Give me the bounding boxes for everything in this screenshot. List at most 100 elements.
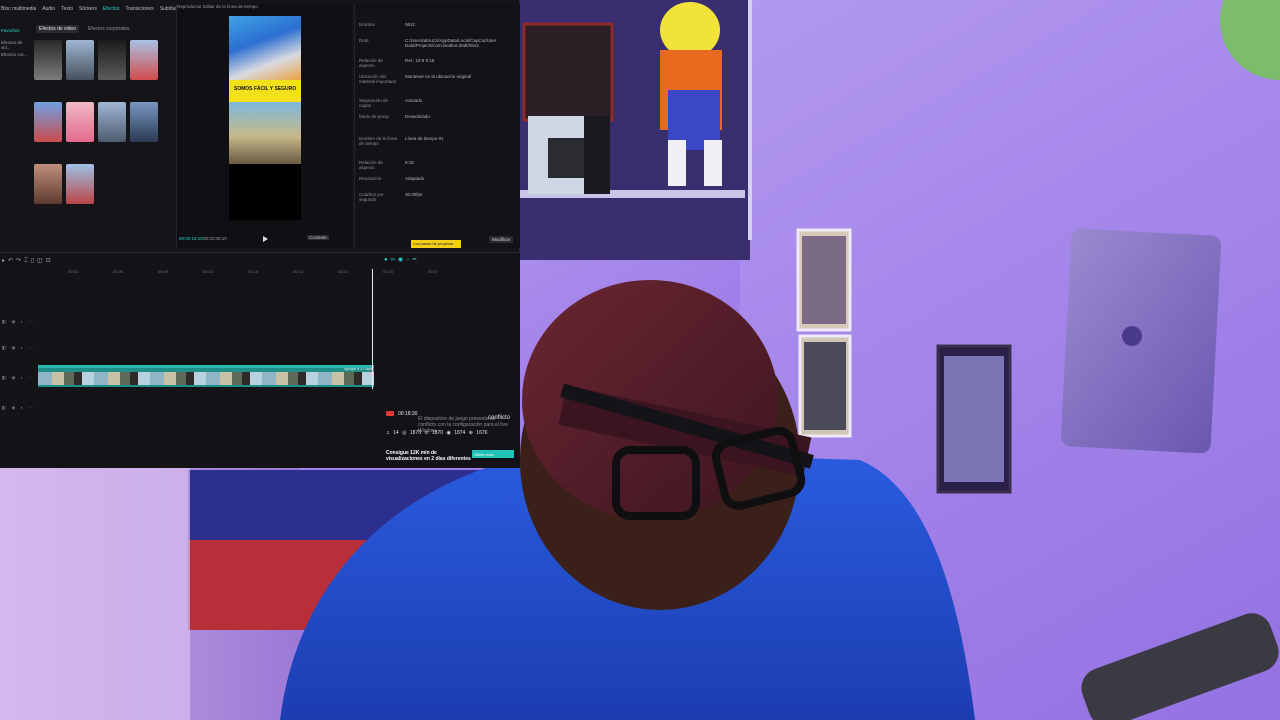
timeline-ruler: 00:03 00:06 00:09 00:12 00:15 00:18 00:21 00:24…: [38, 269, 518, 275]
ruler-tick: 00:09: [158, 269, 169, 274]
preview-top-image: [229, 16, 301, 80]
property-key: Modo de proxy: [359, 114, 389, 119]
property-value: 9:16: [405, 160, 414, 165]
stat-value: ⊙ 1870: [424, 430, 447, 436]
crop-icon[interactable]: ⊡: [46, 258, 54, 264]
track-controls[interactable]: ◧ ◉ ◐ ⋯: [2, 319, 35, 325]
property-value: 0612: [405, 22, 416, 27]
effect-thumbnail-item[interactable]: Alt VHS: [130, 40, 162, 88]
stat-value: ♫ 14: [386, 430, 403, 436]
ruler-tick: 00:06: [113, 269, 124, 274]
property-key: Cuadros por segundo: [359, 192, 384, 202]
play-icon[interactable]: [263, 236, 268, 242]
stat-value: ◎ 1870: [402, 430, 425, 436]
undo-icon[interactable]: ↶: [8, 258, 16, 264]
project-steps-label[interactable]: Los pasos de proyecto: [411, 240, 461, 248]
conflict-label: conflicto: [488, 415, 511, 421]
effect-thumbnail: Fragmen...ucupo: [34, 40, 62, 80]
menu-item[interactable]: Efectos: [103, 6, 120, 15]
timeline-right-tools: ●∞◉−━: [384, 256, 419, 263]
ratio-button[interactable]: Cociente: [307, 235, 329, 240]
effect-thumbnail: Tonalid...cálido: [66, 102, 94, 142]
property-value: Adaptado: [405, 176, 425, 181]
timeline-toolbar: ▸↶↷⌶▯◫⊡: [2, 257, 54, 265]
tab-body-effects[interactable]: Efectos corporales: [85, 25, 132, 33]
split-icon[interactable]: ⌶: [24, 258, 31, 264]
effect-thumbnail: Error visual: [130, 102, 158, 142]
stat-value: ⊕ 1676: [468, 430, 488, 436]
property-value: Desactivado: [405, 114, 430, 119]
video-editor-window: Bloc multimedia Audio Texto Stickers Efectos…: [0, 0, 520, 468]
ruler-tick: 00:18: [293, 269, 304, 274]
effect-thumbnail-item[interactable]: Brillos de Brillo: [66, 164, 98, 212]
property-value: 30.00fps: [405, 192, 423, 197]
stream-notification: 00:18:30 El dispositivo de juego present…: [382, 404, 518, 464]
total-timecode: 00:22:00:10: [203, 236, 227, 241]
effects-category-column: Favoritos Efectos de vid... Efectos cor...: [0, 28, 30, 64]
effect-thumbnail: Noche oscura: [98, 40, 126, 80]
category-item[interactable]: Favoritos: [0, 28, 30, 40]
effect-thumbnail: Duotono...rosa: [98, 102, 126, 142]
preview-game-image: [229, 102, 301, 164]
menu-item[interactable]: Audio: [42, 6, 55, 15]
live-time: 00:18:30: [398, 411, 418, 417]
effect-thumbnail: Brillos de Brillo: [66, 164, 94, 204]
menu-item[interactable]: Bloc multimedia: [1, 6, 36, 15]
tab-video-effects[interactable]: Efectos de video: [36, 25, 79, 33]
track-controls[interactable]: ◧ ◉ ◐ ⋯: [2, 345, 35, 351]
redo-icon[interactable]: ↷: [16, 258, 24, 264]
preview-banner-text: SOMOS FÁCIL Y SEGURO: [229, 80, 301, 102]
ruler-tick: 00:24: [383, 269, 394, 274]
effect-thumbnail-item[interactable]: Polvo...ulado: [34, 164, 66, 212]
effects-grid: Fragmen...ucupoGlitch...y negroNoche osc…: [34, 40, 162, 212]
track-controls[interactable]: ◧ ◉ ◐ ⋯: [2, 375, 35, 381]
property-value: Mantener en la ubicación original: [405, 74, 472, 79]
ruler-tick: 00:03: [68, 269, 79, 274]
track-controls[interactable]: ◧ ◉ ◐ ⋯: [2, 405, 35, 411]
property-key: Relación de aspecto: [359, 160, 383, 170]
effect-thumbnail: Polvo...ulado: [34, 164, 62, 204]
effect-thumbnail-item[interactable]: Noche oscura: [98, 40, 130, 88]
stream-stats: ♫ 14 ◎ 1870 ⊙ 1870 ◉ 1874 ⊕ 1676: [386, 430, 487, 436]
ruler-tick: 00:12: [203, 269, 214, 274]
property-key: Relación de aspecto: [359, 58, 383, 68]
effect-thumbnail-item[interactable]: Duotono...rosa: [98, 102, 130, 150]
effect-thumbnail-item[interactable]: Tonalid...cálido: [66, 102, 98, 150]
modify-button[interactable]: Modificar: [489, 236, 514, 243]
zoom-slider-icon[interactable]: ━: [413, 257, 420, 263]
mic-icon[interactable]: ●: [384, 257, 391, 263]
property-value: Activado: [405, 98, 423, 103]
snap-icon[interactable]: ◉: [398, 257, 406, 263]
video-clip[interactable]: Agregar a 21 clips: [38, 365, 374, 387]
playhead[interactable]: [372, 269, 373, 389]
goal-button[interactable]: Obtén más: [472, 450, 514, 458]
effect-thumbnail-item[interactable]: Error visual: [130, 102, 162, 150]
stat-value: ◉ 1874: [446, 430, 469, 436]
preview-panel: Reproductor Editar de la línea de tiempo…: [176, 4, 352, 248]
effect-thumbnail: Alt VHS: [130, 40, 158, 80]
effect-thumbnail-item[interactable]: Fragmen...ucupo: [34, 40, 66, 88]
ruler-tick: 00:21: [338, 269, 349, 274]
effect-thumbnail: Glitch...y negro: [66, 40, 94, 80]
media-tabs: Efectos de video Efectos corporales: [36, 25, 132, 33]
ruler-tick: 00:27: [428, 269, 439, 274]
preview-title: Reproductor Editar de la línea de tiempo: [177, 4, 258, 9]
mirror-icon[interactable]: ◫: [37, 258, 46, 264]
current-timecode: 00:00:18:10: [179, 236, 203, 241]
menu-item[interactable]: Stickers: [79, 6, 97, 15]
property-value: C:/Users/abruzzi/AppData/Local/CapCut/Us…: [405, 38, 497, 48]
property-value: Rel.: 16:9 9:16: [405, 58, 435, 63]
project-properties-panel: Los pasos de proyecto Modificar Nombre 06…: [354, 4, 520, 248]
menu-item[interactable]: Texto: [61, 6, 73, 15]
category-item[interactable]: Efectos de vid...: [0, 40, 30, 52]
property-key: Separación de capas: [359, 98, 389, 108]
ruler-tick: 00:15: [248, 269, 259, 274]
effect-thumbnail-item[interactable]: Desenfoque: [34, 102, 66, 150]
effect-thumbnail-item[interactable]: Glitch...y negro: [66, 40, 98, 88]
clip-thumbnails: [38, 372, 374, 385]
link-icon[interactable]: ∞: [391, 257, 398, 263]
menu-item[interactable]: Transiciones: [126, 6, 154, 15]
category-item[interactable]: Efectos cor...: [0, 52, 30, 64]
property-key: Ubicación del material importado: [359, 74, 397, 84]
preview-canvas: SOMOS FÁCIL Y SEGURO: [229, 16, 301, 220]
